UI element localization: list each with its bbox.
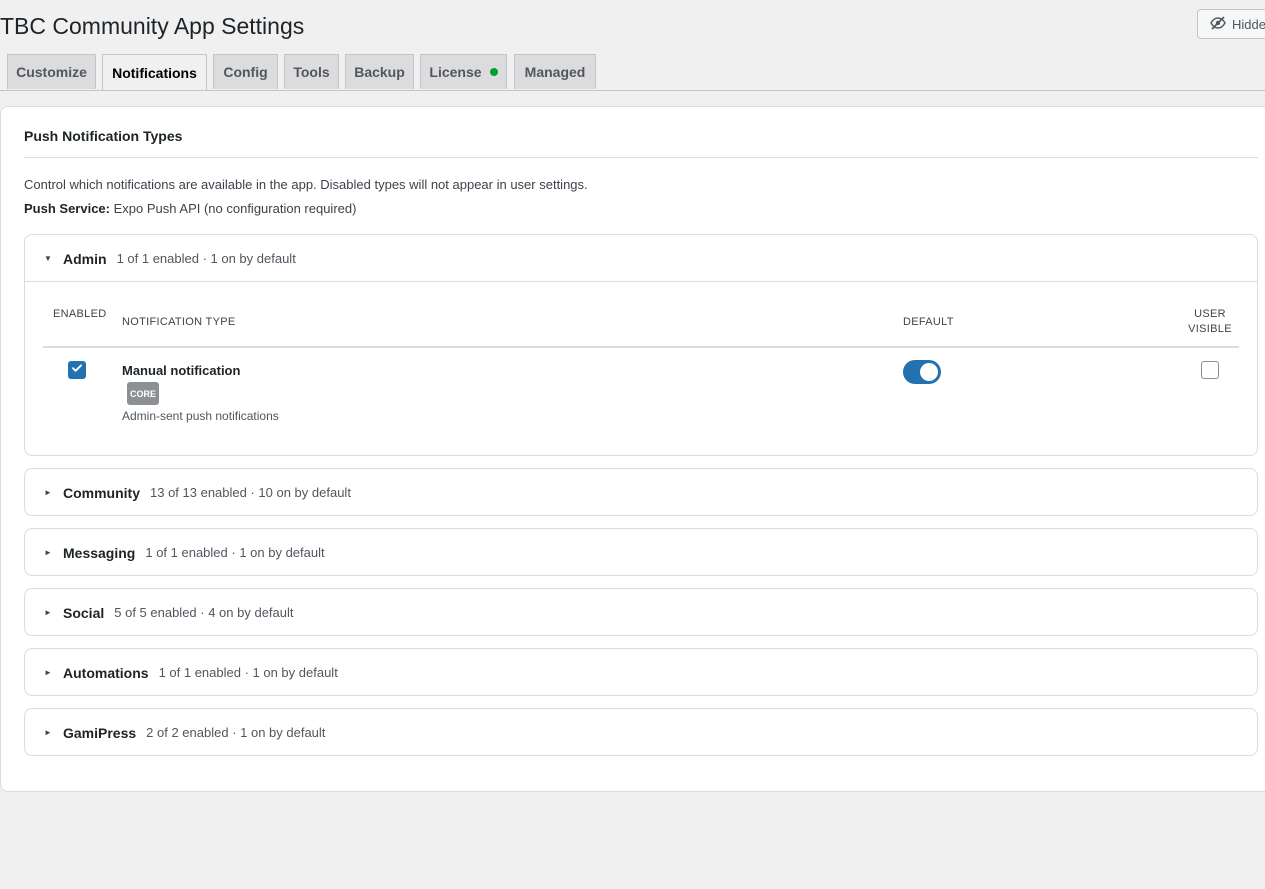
tab-backup[interactable]: Backup — [345, 54, 414, 89]
col-user-visible: USER VISIBLE — [1188, 308, 1232, 335]
group-messaging[interactable]: ► Messaging 1 of 1 enabled · 1 on by def… — [24, 528, 1258, 576]
caret-down-icon: ▼ — [44, 254, 52, 263]
group-social-header[interactable]: ► Social 5 of 5 enabled · 4 on by defaul… — [25, 589, 1257, 636]
col-default: DEFAULT — [903, 316, 954, 328]
table-header-divider — [43, 346, 1239, 348]
divider — [24, 157, 1258, 158]
notification-type-description: Admin-sent push notifications — [122, 409, 279, 423]
notification-type-name: Manual notification — [122, 363, 241, 378]
group-messaging-header[interactable]: ► Messaging 1 of 1 enabled · 1 on by def… — [25, 529, 1257, 576]
user-visible-checkbox[interactable] — [1201, 361, 1219, 379]
hidden-label: Hidden — [1232, 16, 1265, 32]
eye-slash-icon — [1210, 15, 1226, 34]
caret-right-icon: ► — [44, 728, 52, 737]
divider — [25, 281, 1257, 282]
tab-notifications[interactable]: Notifications — [102, 54, 207, 90]
page-title: TBC Community App Settings — [0, 13, 305, 39]
toggle-knob — [920, 363, 938, 381]
group-admin-header[interactable]: ▼ Admin 1 of 1 enabled · 1 on by default — [25, 235, 1257, 282]
caret-right-icon: ► — [44, 668, 52, 677]
panel-description: Control which notifications are availabl… — [24, 177, 588, 192]
tab-tools[interactable]: Tools — [284, 54, 339, 89]
col-enabled: ENABLED — [53, 308, 107, 320]
col-notification-type: NOTIFICATION TYPE — [122, 316, 236, 328]
group-name: Messaging — [63, 544, 136, 561]
enabled-checkbox[interactable] — [68, 361, 86, 379]
group-community-header[interactable]: ► Community 13 of 13 enabled · 10 on by … — [25, 469, 1257, 516]
caret-right-icon: ► — [44, 608, 52, 617]
settings-tabs: Customize Notifications Config Tools Bac… — [0, 54, 1265, 91]
notifications-panel: Push Notification Types Control which no… — [0, 106, 1265, 792]
group-automations-header[interactable]: ► Automations 1 of 1 enabled · 1 on by d… — [25, 649, 1257, 696]
group-automations[interactable]: ► Automations 1 of 1 enabled · 1 on by d… — [24, 648, 1258, 696]
group-name: Social — [63, 604, 105, 621]
push-service-info: Push Service: Expo Push API (no configur… — [24, 201, 357, 216]
group-meta: 1 of 1 enabled · 1 on by default — [145, 545, 325, 560]
group-meta: 5 of 5 enabled · 4 on by default — [114, 605, 294, 620]
panel-heading: Push Notification Types — [24, 128, 183, 144]
default-toggle[interactable] — [903, 360, 941, 384]
group-name: GamiPress — [63, 724, 137, 741]
tab-customize[interactable]: Customize — [7, 54, 96, 89]
group-meta: 13 of 13 enabled · 10 on by default — [150, 485, 351, 500]
tab-license[interactable]: License — [420, 54, 507, 89]
core-badge: CORE — [127, 382, 159, 405]
group-social[interactable]: ► Social 5 of 5 enabled · 4 on by defaul… — [24, 588, 1258, 636]
group-meta: 1 of 1 enabled · 1 on by default — [116, 251, 296, 266]
group-meta: 2 of 2 enabled · 1 on by default — [146, 725, 326, 740]
group-gamipress[interactable]: ► GamiPress 2 of 2 enabled · 1 on by def… — [24, 708, 1258, 756]
check-icon — [71, 361, 83, 379]
tab-managed[interactable]: Managed — [514, 54, 596, 89]
caret-right-icon: ► — [44, 548, 52, 557]
tab-config[interactable]: Config — [213, 54, 278, 89]
license-status-dot — [489, 68, 498, 76]
group-community[interactable]: ► Community 13 of 13 enabled · 10 on by … — [24, 468, 1258, 516]
caret-right-icon: ► — [44, 488, 52, 497]
group-admin: ▼ Admin 1 of 1 enabled · 1 on by default… — [24, 234, 1258, 456]
group-gamipress-header[interactable]: ► GamiPress 2 of 2 enabled · 1 on by def… — [25, 709, 1257, 756]
group-name: Automations — [63, 664, 149, 681]
group-name: Admin — [63, 250, 107, 267]
hidden-toggle-button[interactable]: Hidden — [1197, 9, 1265, 39]
group-name: Community — [63, 484, 140, 501]
group-meta: 1 of 1 enabled · 1 on by default — [158, 665, 338, 680]
